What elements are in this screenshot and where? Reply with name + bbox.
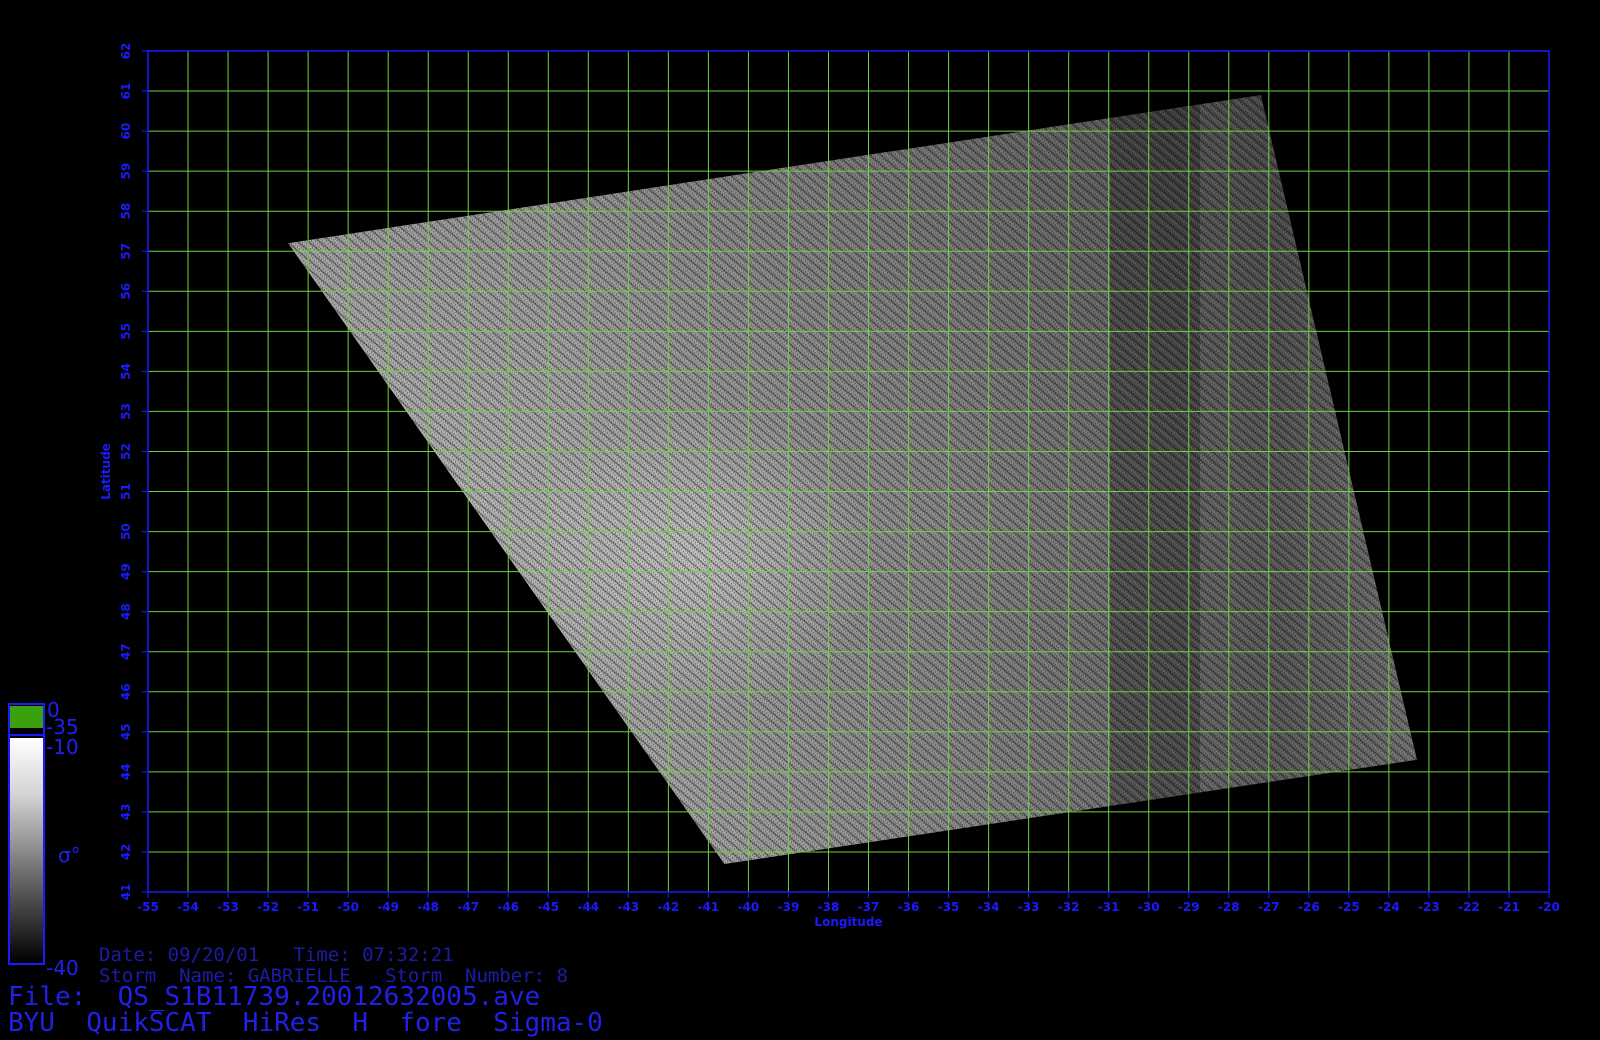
map-plot: -55 -54 -53 -52 -51 -50 -49 -48 -47 -46 -45 -44 -43 -… xyxy=(8,43,1560,965)
lon-tick-label: -24 xyxy=(1378,900,1400,914)
lon-tick-label: -53 xyxy=(217,900,239,914)
colorbar-label-land: -35 xyxy=(46,715,79,739)
lat-tick-label: 50 xyxy=(119,523,133,540)
lon-tick-label: -37 xyxy=(858,900,880,914)
lon-tick-label: -40 xyxy=(738,900,760,914)
lon-tick-label: -49 xyxy=(377,900,399,914)
colorbar xyxy=(8,703,45,965)
lon-tick-label: -45 xyxy=(537,900,559,914)
swath-fine-texture xyxy=(288,95,1417,865)
lat-tick-label: 46 xyxy=(119,683,133,700)
colorbar-label-symbol: σ° xyxy=(58,843,81,867)
lat-tick-label: 48 xyxy=(119,603,133,620)
lon-tick-label: -51 xyxy=(297,900,319,914)
lon-tick-label: -36 xyxy=(898,900,920,914)
lon-tick-label: -30 xyxy=(1138,900,1160,914)
lat-tick-label: 55 xyxy=(119,323,133,340)
lon-tick-label: -29 xyxy=(1178,900,1200,914)
lon-tick-label: -43 xyxy=(617,900,639,914)
lon-tick-label: -50 xyxy=(337,900,359,914)
lon-tick-label: -47 xyxy=(457,900,479,914)
lat-tick-label: 44 xyxy=(119,764,133,781)
lat-tick-label: 42 xyxy=(119,844,133,861)
lat-tick-label: 49 xyxy=(119,563,133,580)
lon-tick-label: -33 xyxy=(1018,900,1040,914)
lon-tick-label: -27 xyxy=(1258,900,1280,914)
lat-tick-label: 58 xyxy=(119,203,133,220)
lat-tick-label: 51 xyxy=(119,483,133,500)
product-line: BYU QuikSCAT HiRes H fore Sigma-0 xyxy=(8,1008,603,1038)
x-axis-title: Longitude xyxy=(814,915,882,929)
lat-tick-label: 45 xyxy=(119,723,133,740)
lon-tick-label: -20 xyxy=(1538,900,1560,914)
colorbar-label-min: -40 xyxy=(46,956,79,980)
lon-tick-label: -31 xyxy=(1098,900,1120,914)
latitude-tick-labels: 41 42 43 44 45 46 47 48 49 50 51 52 53 54 55 56 57 58 59 60… xyxy=(119,43,148,901)
lon-tick-label: -32 xyxy=(1058,900,1080,914)
lat-tick-label: 47 xyxy=(119,643,133,660)
lon-tick-label: -39 xyxy=(778,900,800,914)
lat-tick-label: 56 xyxy=(119,283,133,300)
lon-tick-label: -55 xyxy=(137,900,159,914)
lon-tick-label: -44 xyxy=(577,900,599,914)
lon-tick-label: -34 xyxy=(978,900,1000,914)
lon-tick-label: -48 xyxy=(417,900,439,914)
lat-tick-label: 54 xyxy=(119,363,133,380)
lat-tick-label: 53 xyxy=(119,403,133,420)
file-line: File: QS_S1B11739.20012632005.ave xyxy=(8,982,541,1012)
longitude-tick-labels: -55 -54 -53 -52 -51 -50 -49 -48 -47 -46 -45 -44 -43 -… xyxy=(137,892,1560,914)
y-axis-title: Latitude xyxy=(99,443,113,500)
lon-tick-label: -26 xyxy=(1298,900,1320,914)
lon-tick-label: -38 xyxy=(818,900,840,914)
lon-tick-label: -41 xyxy=(698,900,720,914)
lon-tick-label: -46 xyxy=(497,900,519,914)
colorbar-land-swatch xyxy=(10,706,43,728)
lon-tick-label: -25 xyxy=(1338,900,1360,914)
lat-tick-label: 41 xyxy=(119,884,133,901)
lat-tick-label: 61 xyxy=(119,83,133,100)
lon-tick-label: -42 xyxy=(658,900,680,914)
lat-tick-label: 52 xyxy=(119,443,133,460)
swath-image xyxy=(288,95,1417,865)
lat-tick-label: 60 xyxy=(119,123,133,140)
colorbar-gradient xyxy=(10,738,43,963)
lat-tick-label: 62 xyxy=(119,43,133,60)
lon-tick-label: -22 xyxy=(1458,900,1480,914)
date-time-line: Date: 09/20/01 Time: 07:32:21 xyxy=(99,944,454,966)
lon-tick-label: -35 xyxy=(938,900,960,914)
lon-tick-label: -52 xyxy=(257,900,279,914)
lon-tick-label: -21 xyxy=(1498,900,1520,914)
lat-tick-label: 59 xyxy=(119,163,133,180)
lat-tick-label: 43 xyxy=(119,804,133,821)
lat-tick-label: 57 xyxy=(119,243,133,260)
lon-tick-label: -28 xyxy=(1218,900,1240,914)
lon-tick-label: -54 xyxy=(177,900,199,914)
colorbar-label-max: -10 xyxy=(46,735,79,759)
lon-tick-label: -23 xyxy=(1418,900,1440,914)
